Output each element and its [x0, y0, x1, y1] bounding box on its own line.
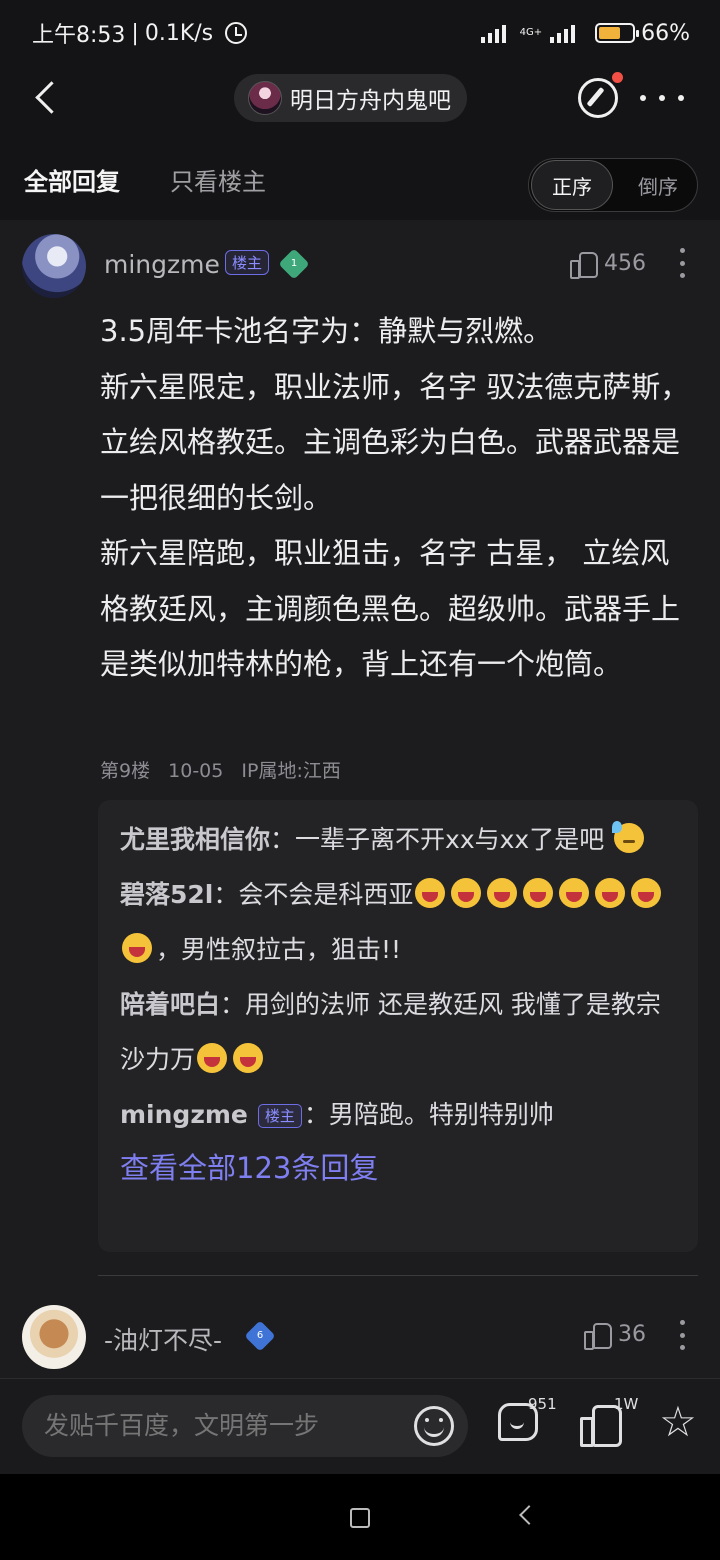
post-more-icon[interactable]	[678, 1320, 686, 1350]
post-ip: IP属地:江西	[241, 760, 341, 782]
top-nav: 明日方舟内鬼吧	[0, 66, 720, 130]
like-button[interactable]: 456	[570, 250, 646, 279]
post-meta: 第9楼 10-05 IP属地:江西	[100, 756, 353, 783]
thumb-up-icon	[570, 250, 598, 279]
post-more-icon[interactable]	[678, 248, 686, 278]
laugh-emoji-icon	[523, 878, 554, 908]
level-number: 1	[290, 258, 298, 269]
like-total: 1W	[614, 1395, 639, 1413]
more-button[interactable]	[640, 86, 684, 110]
reply-username[interactable]: 碧落52l	[120, 880, 213, 909]
laugh-emoji-icon	[487, 878, 518, 908]
forum-avatar	[248, 81, 282, 115]
thumb-up-icon	[584, 1321, 612, 1350]
reply-username[interactable]: 尤里我相信你	[120, 825, 270, 854]
reply-colon: ：	[270, 825, 296, 854]
op-badge: 楼主	[225, 250, 270, 275]
floor-number: 第9楼	[100, 760, 151, 782]
battery-icon	[595, 23, 640, 43]
reply-text: 一辈子离不开xx与xx了是吧	[295, 825, 605, 854]
edit-icon[interactable]	[578, 78, 618, 118]
post-paragraph: 新六星限定，职业法师，名字 驭法德克萨斯，立绘风格教廷。主调色彩为白色。武器武器…	[100, 369, 690, 515]
status-right: 4G+ 66%	[480, 20, 690, 46]
tab-op-only[interactable]: 只看楼主	[170, 162, 266, 197]
forum-pill[interactable]: 明日方舟内鬼吧	[234, 74, 467, 122]
reply-text: 男陪跑。特别特别帅	[328, 1100, 554, 1129]
laugh-emoji-icon	[559, 878, 590, 908]
like-count: 36	[618, 1321, 646, 1347]
post-floor: mingzme 楼主 1 456 3.5周年卡池名字为：静默与烈燃。 新六星限定…	[0, 220, 720, 1280]
sort-desc-button[interactable]: 倒序	[619, 160, 697, 210]
op-badge: 楼主	[257, 1104, 302, 1128]
signal-icon	[480, 23, 506, 43]
post-date: 10-05	[168, 760, 224, 782]
reply-item[interactable]: 尤里我相信你：一辈子离不开xx与xx了是吧	[120, 812, 676, 867]
laugh-emoji-icon	[451, 878, 482, 908]
battery-fill	[599, 27, 621, 39]
post-floor-2: -油灯不尽- 6 36	[0, 1305, 720, 1377]
sweat-emoji-icon	[612, 821, 645, 853]
signal-icon-2	[550, 23, 576, 43]
reply-input[interactable]	[44, 1411, 404, 1440]
reply-item[interactable]: 碧落52l：会不会是科西亚 ，男性叙拉古，狙击!!	[120, 867, 676, 977]
reply-colon: ：	[213, 880, 239, 909]
notification-dot	[612, 72, 623, 83]
like-count: 456	[604, 250, 646, 276]
laugh-emoji-icon	[631, 878, 662, 908]
sort-toggle: 正序 倒序	[528, 158, 698, 212]
post-paragraph: 新六星陪跑，职业狙击，名字 古星， 立绘风格教廷风，主调颜色黑色。超级帅。武器手…	[100, 536, 681, 681]
reply-input-pill[interactable]	[22, 1395, 468, 1457]
status-time: 上午8:53	[32, 23, 126, 48]
system-nav-bar	[0, 1474, 720, 1560]
reply-text: 会不会是科西亚	[238, 880, 414, 909]
reply-username[interactable]: 陪着吧白	[120, 990, 220, 1019]
level-gem-icon: 1	[278, 248, 310, 280]
sort-asc-button[interactable]: 正序	[531, 160, 613, 210]
comment-count: 951	[528, 1395, 557, 1413]
post-username[interactable]: mingzme	[104, 250, 220, 279]
post-divider	[98, 1275, 698, 1276]
bottom-bar: 951 1W ☆	[0, 1378, 720, 1474]
home-icon[interactable]	[350, 1508, 370, 1528]
favorite-star-icon[interactable]: ☆	[656, 1401, 700, 1445]
reply-colon: ：	[220, 990, 246, 1019]
reply-text-2: ，男性叙拉古，狙击!!	[156, 935, 402, 964]
laugh-emoji-icon	[197, 1043, 228, 1073]
reply-item[interactable]: 陪着吧白：用剑的法师 还是教廷风 我懂了是教宗沙力万	[120, 977, 676, 1087]
alarm-icon	[225, 22, 248, 44]
reply-colon: ：	[303, 1100, 329, 1129]
post-paragraph: 3.5周年卡池名字为：静默与烈燃。	[100, 314, 553, 348]
status-separator: |	[131, 20, 139, 46]
network-type: 4G+	[519, 27, 543, 38]
back-button[interactable]	[30, 80, 62, 116]
tab-all-replies[interactable]: 全部回复	[24, 162, 120, 197]
level-number: 6	[256, 1330, 264, 1341]
view-all-replies-link[interactable]: 查看全部123条回复	[120, 1142, 676, 1194]
laugh-emoji-icon	[595, 878, 626, 908]
forum-name: 明日方舟内鬼吧	[290, 88, 451, 114]
battery-percent: 66%	[641, 20, 690, 46]
level-gem-icon: 6	[244, 1320, 276, 1352]
laugh-emoji-icon	[122, 933, 152, 963]
replies-box[interactable]: 尤里我相信你：一辈子离不开xx与xx了是吧 碧落52l：会不会是科西亚，男性叙拉…	[98, 800, 698, 1252]
laugh-emoji-icon	[233, 1043, 264, 1073]
avatar[interactable]	[22, 234, 86, 298]
like-button[interactable]: 36	[584, 1321, 646, 1350]
post-body: 3.5周年卡池名字为：静默与烈燃。 新六星限定，职业法师，名字 驭法德克萨斯，立…	[100, 304, 690, 693]
laugh-emoji-icon	[415, 878, 446, 908]
status-speed: 0.1K/s	[144, 20, 214, 46]
status-bar: 上午8:53 | 0.1K/s 4G+ 66%	[0, 0, 720, 66]
tabs-row: 全部回复 只看楼主 正序 倒序	[0, 130, 720, 220]
post-username[interactable]: -油灯不尽-	[104, 1321, 222, 1357]
system-back-icon[interactable]	[519, 1505, 539, 1525]
avatar[interactable]	[22, 1305, 86, 1369]
status-left: 上午8:53 | 0.1K/s	[32, 17, 248, 49]
reply-username[interactable]: mingzme	[120, 1100, 248, 1129]
emoji-picker-icon[interactable]	[414, 1406, 454, 1446]
reply-item[interactable]: mingzme 楼主 ：男陪跑。特别特别帅	[120, 1087, 676, 1142]
